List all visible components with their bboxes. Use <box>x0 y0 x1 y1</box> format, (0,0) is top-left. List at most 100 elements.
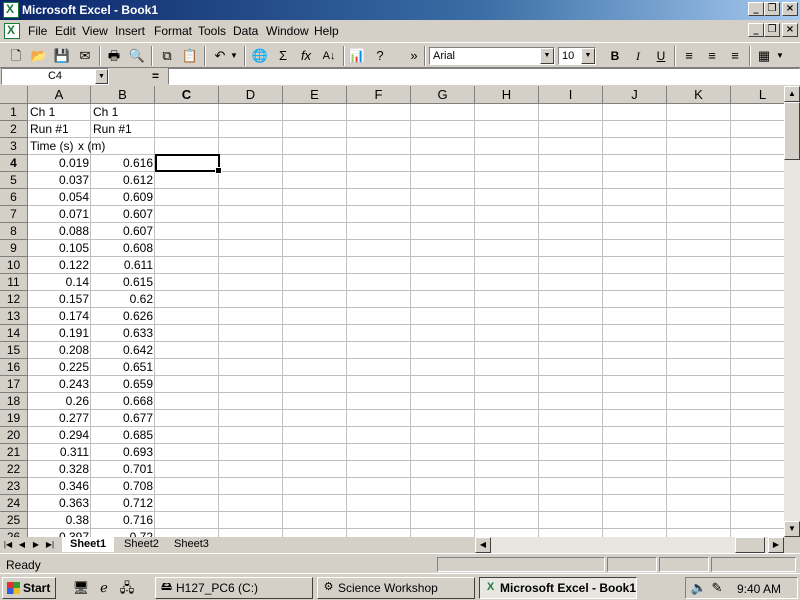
cell-b19[interactable]: 0.677 <box>91 410 155 427</box>
cell-b25[interactable]: 0.716 <box>91 512 155 529</box>
borders-icon[interactable]: ▦ <box>754 46 774 66</box>
open-folder-icon[interactable]: 📂 <box>29 46 49 66</box>
task-science-workshop[interactable]: ⚙ Science Workshop <box>317 577 475 599</box>
cell-a26[interactable]: 0.397 <box>28 529 91 537</box>
row-header-15[interactable]: 15 <box>0 342 28 359</box>
undo-icon[interactable]: ↶ <box>210 46 230 66</box>
hyperlink-globe-icon[interactable]: 🌐 <box>250 46 270 66</box>
first-sheet-icon[interactable]: |◀ <box>2 538 14 552</box>
cell-b10[interactable]: 0.611 <box>91 257 155 274</box>
font-size-select[interactable]: 10 ▼ <box>558 47 596 65</box>
tab-sheet1[interactable]: Sheet1 <box>62 537 115 552</box>
row-header-12[interactable]: 12 <box>0 291 28 308</box>
column-header-h[interactable]: H <box>475 86 539 104</box>
menu-data[interactable]: Data <box>233 24 258 38</box>
autosum-icon[interactable]: Σ <box>273 46 293 66</box>
cell-a1[interactable]: Ch 1 <box>28 104 57 121</box>
cell-a22[interactable]: 0.328 <box>28 461 91 478</box>
cell-a2[interactable]: Run #1 <box>28 121 71 138</box>
cell-a4[interactable]: 0.019 <box>28 155 91 172</box>
start-button[interactable]: Start <box>2 577 56 599</box>
cell-a25[interactable]: 0.38 <box>28 512 91 529</box>
active-cell-c4[interactable] <box>155 154 222 174</box>
formula-input[interactable] <box>168 68 800 85</box>
menu-view[interactable]: View <box>82 24 108 38</box>
cell-b20[interactable]: 0.685 <box>91 427 155 444</box>
task-h127-drive[interactable]: 🖴 H127_PC6 (C:) <box>155 577 313 599</box>
name-box[interactable]: C4 ▼ <box>1 68 109 85</box>
task-excel[interactable]: X Microsoft Excel - Book1 <box>479 577 637 599</box>
cell-b23[interactable]: 0.708 <box>91 478 155 495</box>
menu-edit[interactable]: Edit <box>55 24 76 38</box>
chart-wizard-icon[interactable]: 📊 <box>347 46 367 66</box>
row-header-24[interactable]: 24 <box>0 495 28 512</box>
show-desktop-icon[interactable]: 🖥 <box>72 579 90 597</box>
row-header-22[interactable]: 22 <box>0 461 28 478</box>
email-icon[interactable]: ✉ <box>75 46 95 66</box>
column-header-d[interactable]: D <box>219 86 283 104</box>
cell-a5[interactable]: 0.037 <box>28 172 91 189</box>
row-header-14[interactable]: 14 <box>0 325 28 342</box>
row-header-23[interactable]: 23 <box>0 478 28 495</box>
vertical-scrollbar[interactable]: ▲ ▼ <box>784 86 800 537</box>
row-header-6[interactable]: 6 <box>0 189 28 206</box>
row-header-9[interactable]: 9 <box>0 240 28 257</box>
column-header-g[interactable]: G <box>411 86 475 104</box>
cell-b24[interactable]: 0.712 <box>91 495 155 512</box>
column-header-k[interactable]: K <box>667 86 731 104</box>
print-preview-icon[interactable]: 🔍 <box>127 46 147 66</box>
last-sheet-icon[interactable]: ▶| <box>44 538 56 552</box>
align-right-icon[interactable]: ≡ <box>725 46 745 66</box>
italic-button[interactable]: I <box>628 46 648 66</box>
chevron-down-icon[interactable]: ▼ <box>95 69 108 84</box>
spreadsheet-grid[interactable]: ABCDEFGHIJKL 1 2 3 4 5 6 7 8 9 10 11 12 13 14 15 16 17 18… <box>0 86 784 537</box>
cell-a21[interactable]: 0.311 <box>28 444 91 461</box>
cell-b5[interactable]: 0.612 <box>91 172 155 189</box>
excel-app-icon[interactable] <box>3 2 19 18</box>
scroll-down-arrow-icon[interactable]: ▼ <box>784 521 800 537</box>
volume-icon[interactable]: 🔈 <box>690 579 708 597</box>
cell-a20[interactable]: 0.294 <box>28 427 91 444</box>
cell-b22[interactable]: 0.701 <box>91 461 155 478</box>
next-sheet-icon[interactable]: ▶ <box>30 538 42 552</box>
column-header-b[interactable]: B <box>91 86 155 104</box>
row-header-5[interactable]: 5 <box>0 172 28 189</box>
row-header-20[interactable]: 20 <box>0 427 28 444</box>
row-header-25[interactable]: 25 <box>0 512 28 529</box>
network-icon[interactable]: 🖧 <box>118 579 136 597</box>
cell-b9[interactable]: 0.608 <box>91 240 155 257</box>
cell-a13[interactable]: 0.174 <box>28 308 91 325</box>
new-document-icon[interactable]: 🗋 <box>6 46 26 66</box>
cell-a12[interactable]: 0.157 <box>28 291 91 308</box>
row-header-26[interactable]: 26 <box>0 529 28 537</box>
cell-b4[interactable]: 0.616 <box>91 155 155 172</box>
row-header-17[interactable]: 17 <box>0 376 28 393</box>
scroll-up-arrow-icon[interactable]: ▲ <box>784 86 800 102</box>
align-center-icon[interactable]: ≡ <box>702 46 722 66</box>
cell-b7[interactable]: 0.607 <box>91 206 155 223</box>
row-header-7[interactable]: 7 <box>0 206 28 223</box>
borders-dropdown-icon[interactable]: ▼ <box>774 46 786 66</box>
column-header-i[interactable]: I <box>539 86 603 104</box>
font-name-select[interactable]: Arial ▼ <box>429 47 555 65</box>
row-header-21[interactable]: 21 <box>0 444 28 461</box>
row-header-4[interactable]: 4 <box>0 155 28 172</box>
sort-ascending-icon[interactable]: A↓ <box>319 46 339 66</box>
cell-b17[interactable]: 0.659 <box>91 376 155 393</box>
row-header-8[interactable]: 8 <box>0 223 28 240</box>
horizontal-scroll-thumb[interactable] <box>735 537 765 553</box>
scroll-left-arrow-icon[interactable]: ◀ <box>475 537 491 553</box>
cell-b12[interactable]: 0.62 <box>91 291 155 308</box>
tray-app-icon[interactable]: ✎ <box>708 579 726 597</box>
bold-button[interactable]: B <box>605 46 625 66</box>
row-header-3[interactable]: 3 <box>0 138 28 155</box>
menu-insert[interactable]: Insert <box>115 24 145 38</box>
paste-icon[interactable]: 📋 <box>180 46 200 66</box>
cell-b6[interactable]: 0.609 <box>91 189 155 206</box>
cell-a17[interactable]: 0.243 <box>28 376 91 393</box>
cell-b1[interactable]: Ch 1 <box>91 104 120 121</box>
menu-format[interactable]: Format <box>154 24 192 38</box>
align-left-icon[interactable]: ≡ <box>679 46 699 66</box>
row-header-13[interactable]: 13 <box>0 308 28 325</box>
cell-a11[interactable]: 0.14 <box>28 274 91 291</box>
